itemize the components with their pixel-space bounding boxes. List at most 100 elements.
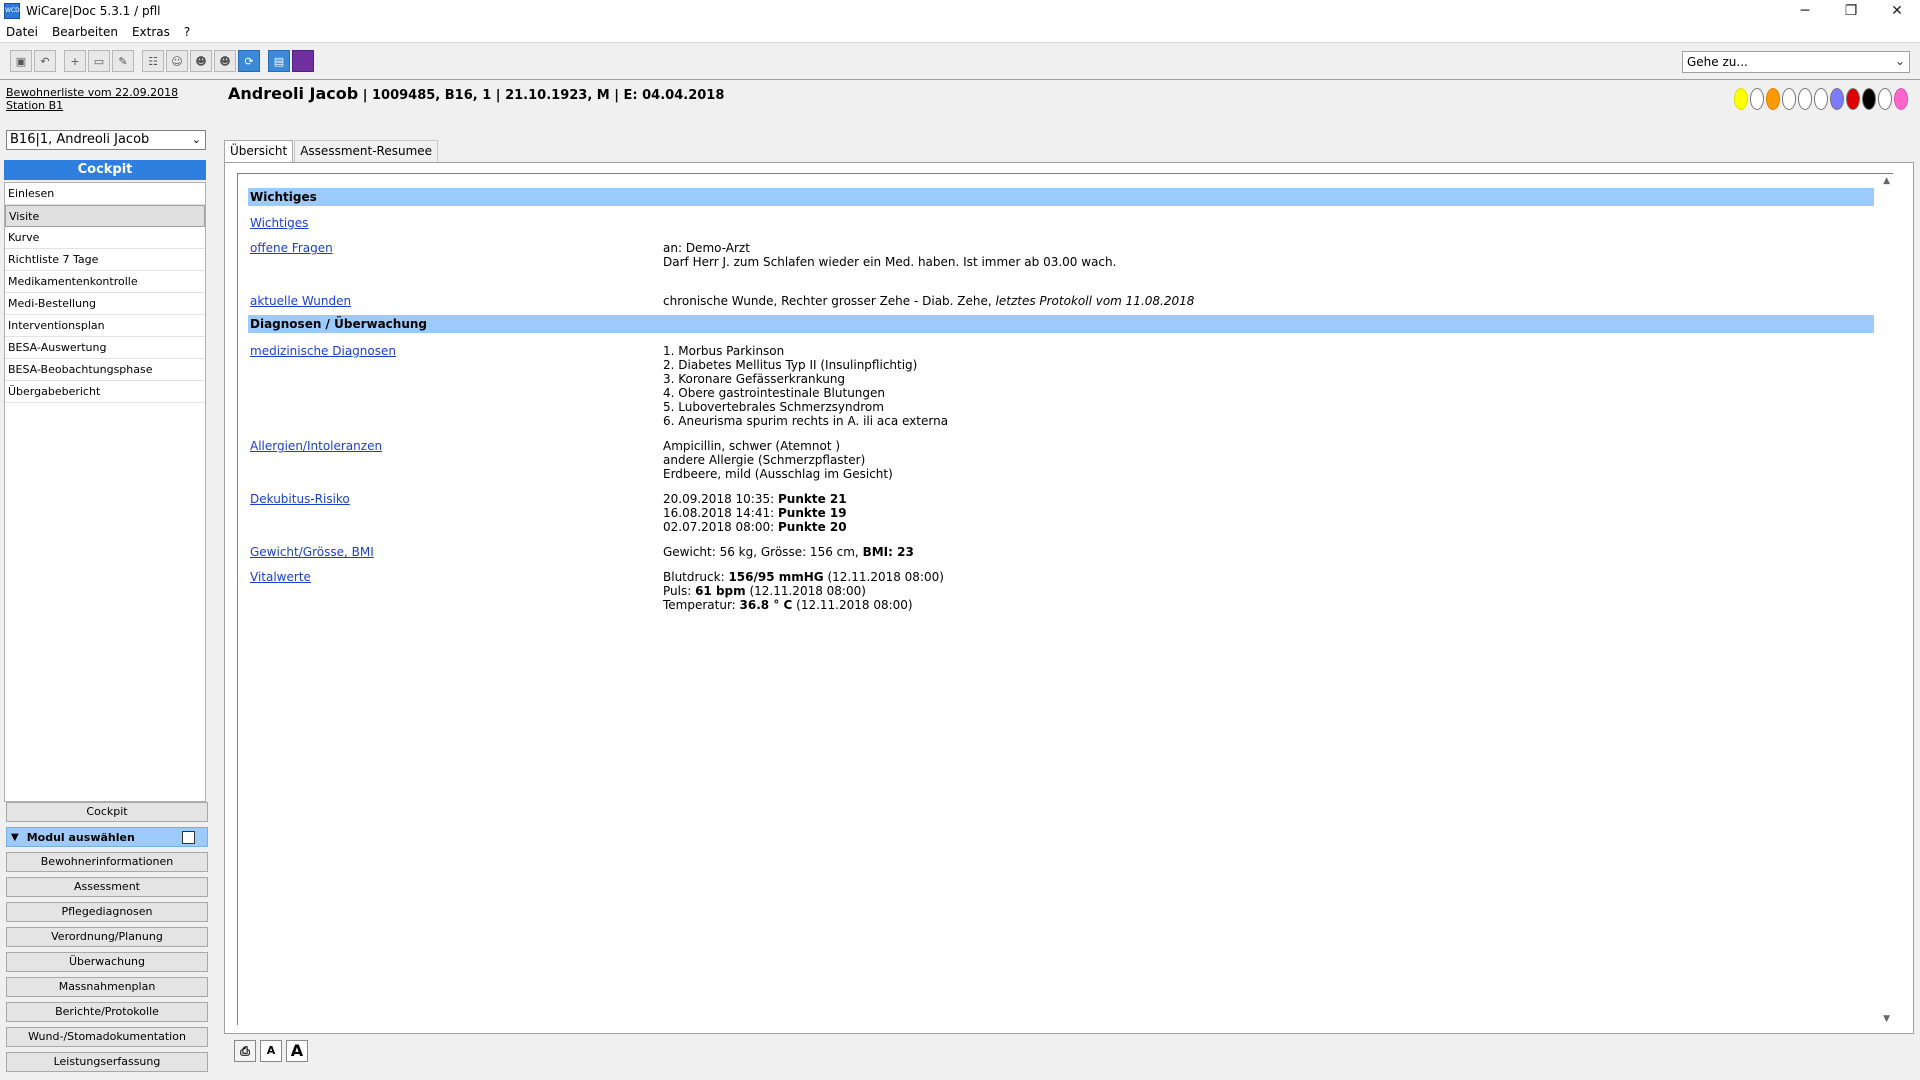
cockpit-header: Cockpit (4, 160, 206, 180)
nav-item-einlesen[interactable]: Einlesen (5, 183, 205, 205)
group-icon[interactable]: ☷ (142, 50, 164, 72)
chevron-down-icon: ⌄ (1894, 54, 1905, 68)
nav-item-visite[interactable]: Visite (5, 205, 205, 227)
goto-select-value: Gehe zu... (1687, 55, 1748, 69)
tab-bar: Übersicht Assessment-Resumee (224, 140, 439, 162)
module-button-pflegediagnosen[interactable]: Pflegediagnosen (6, 902, 208, 922)
dekubitus-entry: 02.07.2018 08:00: Punkte 20 (663, 520, 847, 534)
goto-select[interactable]: Gehe zu... ⌄ (1682, 51, 1910, 73)
color-dot[interactable] (1830, 88, 1844, 110)
print-icon[interactable]: ⎙ (234, 1040, 256, 1062)
allergy-item: andere Allergie (Schmerzpflaster) (663, 453, 866, 467)
color-dot[interactable] (1814, 88, 1828, 110)
color-dot[interactable] (1798, 88, 1812, 110)
scroll-up-icon[interactable]: ▲ (1883, 176, 1890, 186)
nav-item-richtliste[interactable]: Richtliste 7 Tage (5, 249, 205, 271)
font-smaller-button[interactable]: A (260, 1040, 282, 1062)
wichtiges-link[interactable]: Wichtiges (250, 216, 308, 230)
undo-icon[interactable]: ↶ (34, 50, 56, 72)
module-button-verordnung[interactable]: Verordnung/Planung (6, 927, 208, 947)
app-icon: WCD (4, 3, 20, 19)
color-square-icon[interactable] (292, 50, 314, 72)
section-header-wichtiges: Wichtiges (248, 188, 1874, 206)
nav-item-medi-bestellung[interactable]: Medi-Bestellung (5, 293, 205, 315)
diagnosis-item: 4. Obere gastrointestinale Blutungen (663, 386, 886, 400)
gewicht-link[interactable]: Gewicht/Grösse, BMI (250, 545, 374, 559)
window-icon[interactable]: ▭ (88, 50, 110, 72)
color-dot[interactable] (1894, 88, 1908, 110)
module-button-bewohnerinformationen[interactable]: Bewohnerinformationen (6, 852, 208, 872)
font-larger-button[interactable]: A (286, 1040, 308, 1062)
diagnosis-item: 5. Lubovertebrales Schmerzsyndrom (663, 400, 884, 414)
vitalwerte-link[interactable]: Vitalwerte (250, 570, 311, 584)
module-checkbox[interactable] (182, 831, 195, 844)
save-icon[interactable]: ▣ (10, 50, 32, 72)
minimize-button[interactable]: ─ (1782, 0, 1828, 22)
aktuelle-wunden-link[interactable]: aktuelle Wunden (250, 294, 351, 308)
add-icon[interactable]: + (64, 50, 86, 72)
tab-uebersicht[interactable]: Übersicht (224, 140, 294, 162)
user-icon[interactable]: ☺ (166, 50, 188, 72)
resident-select-value: B16|1, Andreoli Jacob (10, 132, 150, 147)
edit-icon[interactable]: ✎ (112, 50, 134, 72)
nav-item-uebergabebericht[interactable]: Übergabebericht (5, 381, 205, 403)
fragen-text: Darf Herr J. zum Schlafen wieder ein Med… (663, 255, 1117, 269)
color-dot[interactable] (1782, 88, 1796, 110)
wunden-protocol: letztes Protokoll vom 11.08.2018 (995, 294, 1195, 308)
wunden-text: chronische Wunde, Rechter grosser Zehe -… (663, 294, 996, 308)
diagnosis-item: 3. Koronare Gefässerkrankung (663, 372, 846, 386)
nav-item-medikamentenkontrolle[interactable]: Medikamentenkontrolle (5, 271, 205, 293)
color-markers (1732, 88, 1908, 110)
menu-help[interactable]: ? (184, 25, 190, 39)
user-add-icon[interactable]: ☻ (190, 50, 212, 72)
toolbar: ▣ ↶ + ▭ ✎ ☷ ☺ ☻ ☻ ⟳ ▤ Gehe zu... ⌄ (0, 42, 1920, 80)
cockpit-button[interactable]: Cockpit (6, 802, 208, 822)
allergy-item: Erdbeere, mild (Ausschlag im Gesicht) (663, 467, 893, 481)
menu-bearbeiten[interactable]: Bearbeiten (52, 25, 118, 39)
nav-item-besa-beobachtung[interactable]: BESA-Beobachtungsphase (5, 359, 205, 381)
offene-fragen-link[interactable]: offene Fragen (250, 241, 333, 255)
resident-list-link[interactable]: Bewohnerliste vom 22.09.2018 Station B1 (6, 86, 178, 112)
restore-button[interactable]: ❐ (1828, 0, 1874, 22)
overview-panel: Wichtiges Wichtiges offene Fragen an: De… (224, 162, 1914, 1034)
patient-header: Andreoli Jacob | 1009485, B16, 1 | 21.10… (228, 84, 724, 103)
medizinische-diagnosen-link[interactable]: medizinische Diagnosen (250, 344, 396, 358)
close-button[interactable]: ✕ (1874, 0, 1920, 22)
window-controls: ─ ❐ ✕ (1782, 0, 1920, 22)
menu-datei[interactable]: Datei (6, 25, 38, 39)
sidebar: Bewohnerliste vom 22.09.2018 Station B1 … (0, 80, 212, 1080)
module-select-label: Modul auswählen (26, 830, 135, 844)
scroll-down-icon[interactable]: ▼ (1883, 1014, 1890, 1024)
bottom-toolbar: ⎙ A A (234, 1040, 312, 1062)
color-dot[interactable] (1878, 88, 1892, 110)
color-dot[interactable] (1862, 88, 1876, 110)
menu-extras[interactable]: Extras (132, 25, 170, 39)
diagnosis-item: 2. Diabetes Mellitus Typ II (Insulinpfli… (663, 358, 918, 372)
nav-item-besa-auswertung[interactable]: BESA-Auswertung (5, 337, 205, 359)
color-dot[interactable] (1750, 88, 1764, 110)
module-button-assessment[interactable]: Assessment (6, 877, 208, 897)
module-button-berichte[interactable]: Berichte/Protokolle (6, 1002, 208, 1022)
color-dot[interactable] (1766, 88, 1780, 110)
module-select-bar[interactable]: ▼ Modul auswählen (6, 827, 208, 847)
allergien-link[interactable]: Allergien/Intoleranzen (250, 439, 382, 453)
refresh-icon[interactable]: ⟳ (238, 50, 260, 72)
dekubitus-entry: 20.09.2018 10:35: Punkte 21 (663, 492, 847, 506)
module-button-ueberwachung[interactable]: Überwachung (6, 952, 208, 972)
module-button-massnahmenplan[interactable]: Massnahmenplan (6, 977, 208, 997)
patient-name: Andreoli Jacob (228, 84, 359, 103)
nav-item-kurve[interactable]: Kurve (5, 227, 205, 249)
allergies-list: Ampicillin, schwer (Atemnot ) andere All… (663, 439, 893, 481)
color-dot[interactable] (1846, 88, 1860, 110)
resident-select[interactable]: B16|1, Andreoli Jacob ⌄ (6, 130, 206, 150)
vertical-scrollbar[interactable]: ▲ ▼ (1877, 174, 1893, 1025)
module-button-wunddoku[interactable]: Wund-/Stomadokumentation (6, 1027, 208, 1047)
user-edit-icon[interactable]: ☻ (214, 50, 236, 72)
dekubitus-link[interactable]: Dekubitus-Risiko (250, 492, 350, 506)
bmi-value: BMI: 23 (862, 545, 914, 559)
book-icon[interactable]: ▤ (268, 50, 290, 72)
color-dot[interactable] (1734, 88, 1748, 110)
nav-item-interventionsplan[interactable]: Interventionsplan (5, 315, 205, 337)
module-button-leistungserfassung[interactable]: Leistungserfassung (6, 1052, 208, 1072)
tab-assessment-resumee[interactable]: Assessment-Resumee (294, 140, 439, 162)
